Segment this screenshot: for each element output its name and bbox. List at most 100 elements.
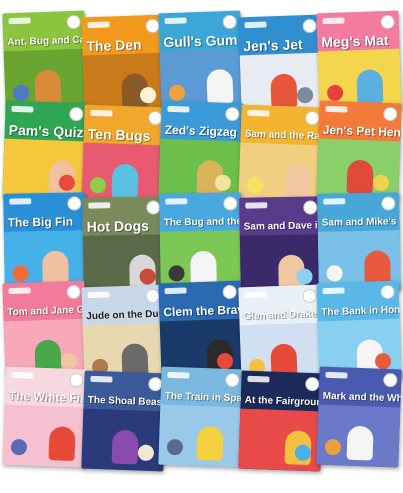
character-figure bbox=[356, 69, 384, 105]
scene-object bbox=[326, 265, 343, 282]
series-logo bbox=[322, 17, 345, 25]
level-badge bbox=[66, 284, 81, 300]
character-figure bbox=[284, 164, 312, 200]
book-cover-sam-and-dave-in-the-cave: Sam and Dave in the Cave bbox=[239, 196, 323, 296]
series-logo bbox=[164, 17, 187, 25]
level-badge bbox=[222, 284, 237, 300]
series-logo bbox=[87, 21, 110, 29]
book-title: Mark and the White Stork bbox=[322, 390, 402, 406]
book-cover-ant-bug-and-cat: Ant, Bug and Cat bbox=[2, 10, 88, 112]
character-figure bbox=[346, 425, 374, 461]
character-figure bbox=[190, 250, 217, 286]
level-badge bbox=[381, 196, 396, 211]
series-logo bbox=[88, 202, 111, 209]
book-title: Meg's Mat bbox=[321, 31, 389, 51]
series-logo bbox=[165, 198, 188, 205]
book-cover-sam-and-mike-s-time: Sam and Mike's Time bbox=[317, 192, 401, 292]
level-badge bbox=[302, 18, 317, 34]
scene-object bbox=[139, 86, 157, 104]
scene-object bbox=[168, 84, 186, 102]
series-logo bbox=[245, 202, 268, 209]
level-badge bbox=[383, 372, 398, 388]
book-cover-the-white-fish: The White Fish bbox=[2, 366, 88, 468]
book-cover-the-bug-and-the-pup: The Bug and the Pup bbox=[159, 192, 243, 292]
book-cover-hot-dogs: Hot Dogs bbox=[82, 196, 166, 296]
level-badge bbox=[305, 376, 320, 392]
scene-object bbox=[89, 176, 107, 194]
character-figure bbox=[270, 73, 298, 109]
scene-object bbox=[60, 352, 78, 370]
series-logo bbox=[247, 375, 270, 383]
level-badge bbox=[67, 196, 82, 211]
book-cover-the-big-fin: The Big Fin bbox=[3, 192, 87, 292]
character-figure bbox=[196, 425, 224, 461]
series-logo bbox=[90, 375, 113, 383]
book-title: Zed's Zigzag bbox=[164, 122, 238, 140]
book-title: The Den bbox=[86, 36, 142, 55]
series-logo bbox=[9, 198, 32, 205]
scene-object bbox=[326, 84, 344, 102]
scene-object bbox=[137, 444, 155, 462]
scene-object bbox=[168, 265, 185, 282]
scene-object bbox=[324, 438, 342, 456]
character-figure bbox=[34, 69, 62, 105]
cover-illustration bbox=[2, 404, 87, 468]
scene-object bbox=[166, 438, 184, 456]
book-cover-mark-and-the-white-stork: Mark and the White Stork bbox=[316, 366, 402, 468]
book-title: Sam and Dave in the Cave bbox=[243, 219, 323, 233]
scene-object bbox=[246, 176, 264, 194]
character-figure bbox=[206, 68, 234, 104]
book-cover-the-shoal-beast: The Shoal Beast bbox=[81, 370, 167, 472]
series-logo bbox=[8, 287, 31, 295]
book-cover-jen-s-jet: Jen's Jet bbox=[238, 14, 324, 116]
book-cover-zed-s-zigzag: Zed's Zigzag bbox=[158, 100, 244, 202]
character-figure bbox=[346, 159, 374, 195]
series-logo bbox=[90, 109, 113, 117]
series-logo bbox=[244, 21, 267, 29]
series-logo bbox=[87, 291, 110, 299]
book-title: The Bug and the Pup bbox=[163, 216, 243, 229]
level-badge bbox=[225, 372, 240, 388]
book-title: Clem the Brave bbox=[163, 302, 244, 320]
book-cover-the-den: The Den bbox=[81, 14, 167, 116]
character-figure bbox=[48, 426, 76, 462]
level-badge bbox=[66, 14, 81, 30]
book-cover-pam-s-quiz: Pam's Quiz bbox=[2, 100, 88, 202]
series-logo bbox=[247, 109, 270, 117]
scene-object bbox=[12, 265, 29, 282]
level-badge bbox=[69, 106, 84, 122]
book-title: Glen and Drake's Trip bbox=[243, 308, 324, 323]
level-badge bbox=[380, 284, 395, 300]
level-badge bbox=[302, 288, 317, 304]
book-title: At the Fairgrounds bbox=[244, 394, 324, 409]
series-logo bbox=[8, 17, 31, 25]
book-title: Tom and Jane Go Home bbox=[7, 303, 88, 319]
scene-object bbox=[10, 438, 28, 456]
cover-illustration bbox=[158, 404, 243, 468]
book-cover-the-train-in-spain: The Train in Spain bbox=[158, 366, 244, 468]
book-title: Gull's Gum bbox=[163, 31, 238, 51]
character-figure bbox=[111, 429, 139, 465]
book-title: Jude on the Dune bbox=[86, 308, 167, 323]
scene-object bbox=[214, 174, 232, 192]
book-title: The Train in Spain bbox=[164, 390, 244, 405]
cover-illustration bbox=[316, 404, 401, 468]
book-title: Pam's Quiz bbox=[8, 121, 84, 141]
book-title: Jen's Jet bbox=[243, 36, 303, 55]
book-title: The White Fish bbox=[8, 388, 88, 406]
series-logo bbox=[167, 105, 190, 113]
level-badge bbox=[380, 14, 395, 30]
character-figure bbox=[111, 163, 139, 199]
series-logo bbox=[167, 371, 190, 379]
scene-object bbox=[372, 174, 390, 192]
level-badge bbox=[222, 14, 237, 30]
series-logo bbox=[164, 287, 187, 295]
book-cover-sam-and-the-ram: Sam and the Ram bbox=[238, 104, 324, 206]
book-cover-gull-s-gum: Gull's Gum bbox=[158, 10, 244, 112]
scene-object bbox=[296, 268, 313, 285]
scene-object bbox=[374, 352, 392, 370]
book-title: Sam and the Ram bbox=[244, 128, 324, 143]
level-badge bbox=[383, 106, 398, 122]
series-logo bbox=[244, 291, 267, 299]
cover-illustration bbox=[238, 408, 323, 472]
